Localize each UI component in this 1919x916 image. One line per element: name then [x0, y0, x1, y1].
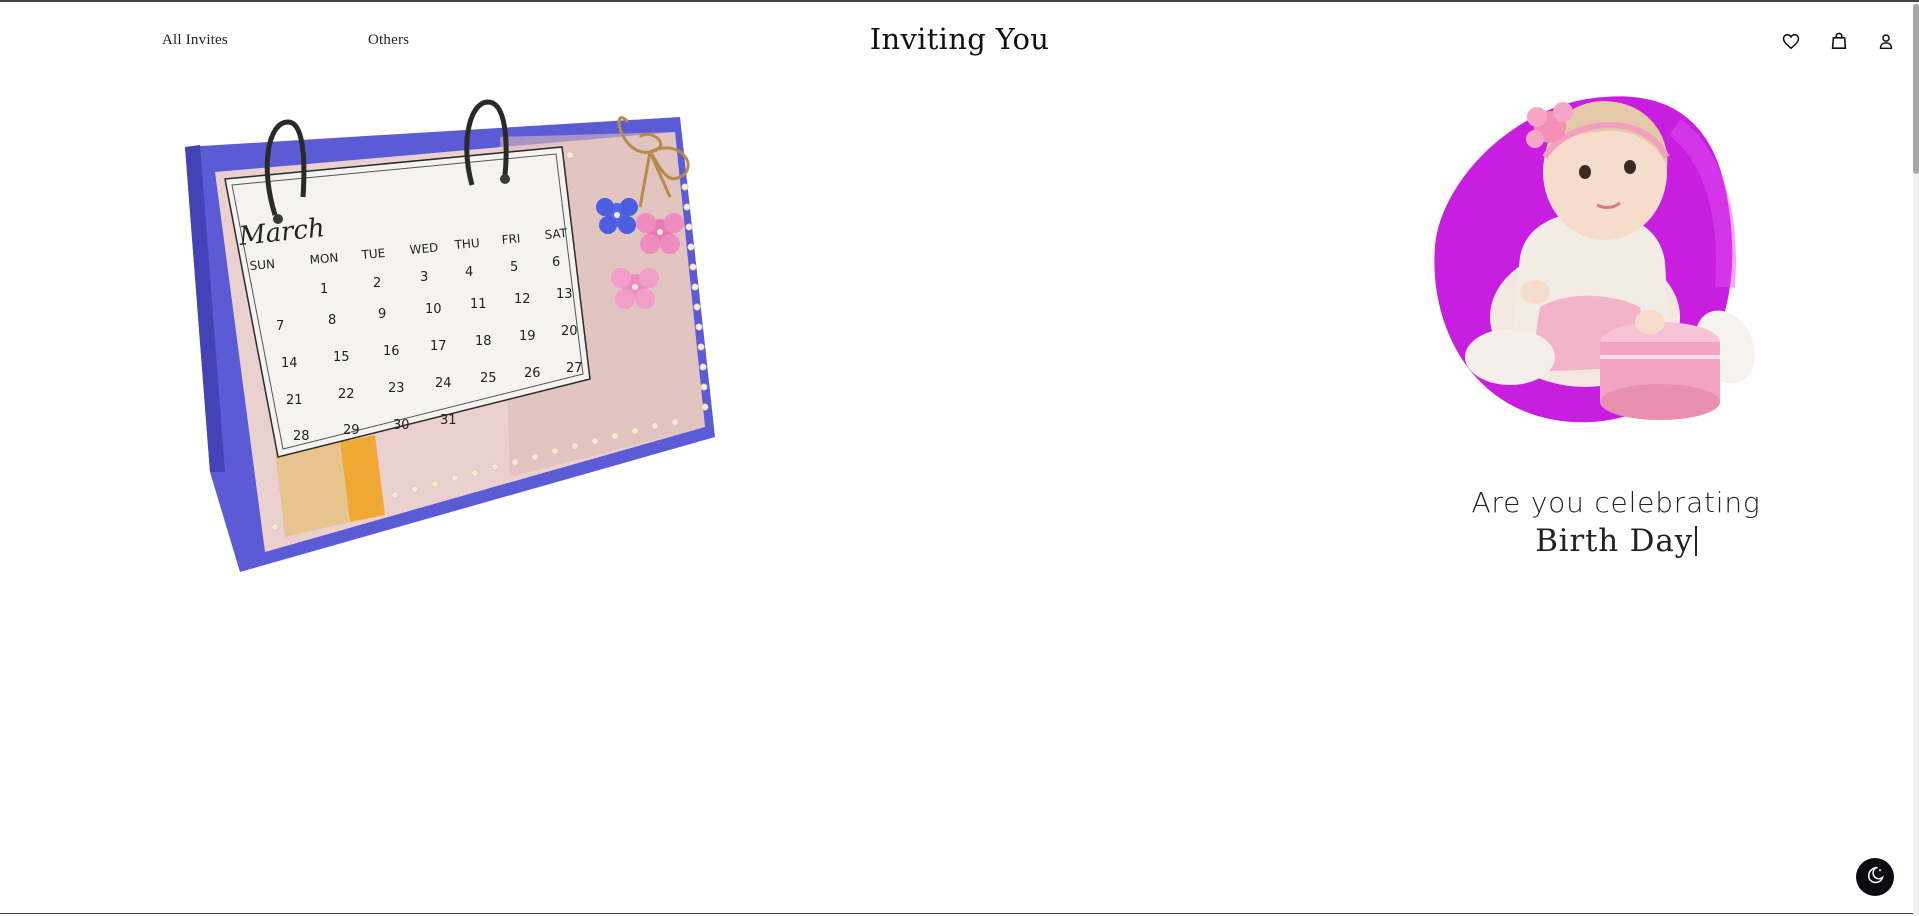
- hero-question: Are you celebrating: [1471, 486, 1761, 519]
- svg-text:4: 4: [465, 265, 473, 280]
- svg-text:22: 22: [338, 387, 355, 402]
- svg-text:3: 3: [420, 270, 428, 285]
- svg-text:1: 1: [320, 282, 328, 297]
- svg-text:11: 11: [470, 297, 487, 312]
- svg-text:19: 19: [519, 329, 536, 344]
- svg-text:21: 21: [286, 393, 303, 408]
- hero-occasion-text: Birth Day: [1535, 523, 1693, 559]
- svg-text:2: 2: [373, 276, 381, 291]
- svg-text:FRI: FRI: [501, 231, 521, 247]
- svg-text:23: 23: [388, 381, 405, 396]
- svg-text:7: 7: [276, 319, 284, 334]
- svg-text:10: 10: [425, 302, 442, 317]
- brand-title[interactable]: Inviting You: [0, 22, 1919, 56]
- svg-text:5: 5: [510, 260, 518, 275]
- heart-icon[interactable]: [1780, 30, 1802, 52]
- svg-text:SAT: SAT: [544, 226, 568, 242]
- svg-text:MON: MON: [309, 251, 339, 267]
- svg-text:27: 27: [566, 361, 583, 376]
- svg-text:29: 29: [343, 423, 360, 438]
- svg-text:18: 18: [475, 334, 492, 349]
- user-icon[interactable]: [1875, 30, 1897, 52]
- svg-text:25: 25: [480, 371, 497, 386]
- birthday-baby-image[interactable]: [1425, 87, 1780, 446]
- svg-text:28: 28: [293, 429, 310, 444]
- svg-text:13: 13: [556, 287, 573, 302]
- svg-text:14: 14: [281, 356, 298, 371]
- moon-icon: [1865, 865, 1885, 889]
- svg-text:8: 8: [328, 313, 336, 328]
- svg-text:30: 30: [393, 418, 410, 433]
- theme-toggle-button[interactable]: [1856, 858, 1894, 896]
- calendar-product-image[interactable]: March SUN MON TUE WED THU FRI SAT 123456…: [180, 97, 720, 581]
- svg-text:20: 20: [561, 324, 578, 339]
- svg-text:THU: THU: [453, 236, 480, 252]
- svg-text:15: 15: [333, 350, 350, 365]
- shopping-bag-icon[interactable]: [1828, 30, 1850, 52]
- hero-typed-occasion: Birth Day: [1416, 523, 1816, 559]
- svg-text:26: 26: [524, 366, 541, 381]
- svg-text:9: 9: [378, 307, 386, 322]
- svg-text:TUE: TUE: [360, 246, 386, 262]
- svg-text:24: 24: [435, 376, 452, 391]
- scrollbar-thumb[interactable]: [1913, 4, 1919, 174]
- svg-text:WED: WED: [409, 241, 439, 257]
- svg-text:31: 31: [440, 413, 457, 428]
- svg-text:16: 16: [383, 344, 400, 359]
- svg-text:6: 6: [552, 255, 560, 270]
- svg-text:12: 12: [514, 292, 531, 307]
- typing-caret: [1694, 526, 1697, 556]
- svg-text:17: 17: [430, 339, 447, 354]
- svg-text:SUN: SUN: [249, 257, 276, 273]
